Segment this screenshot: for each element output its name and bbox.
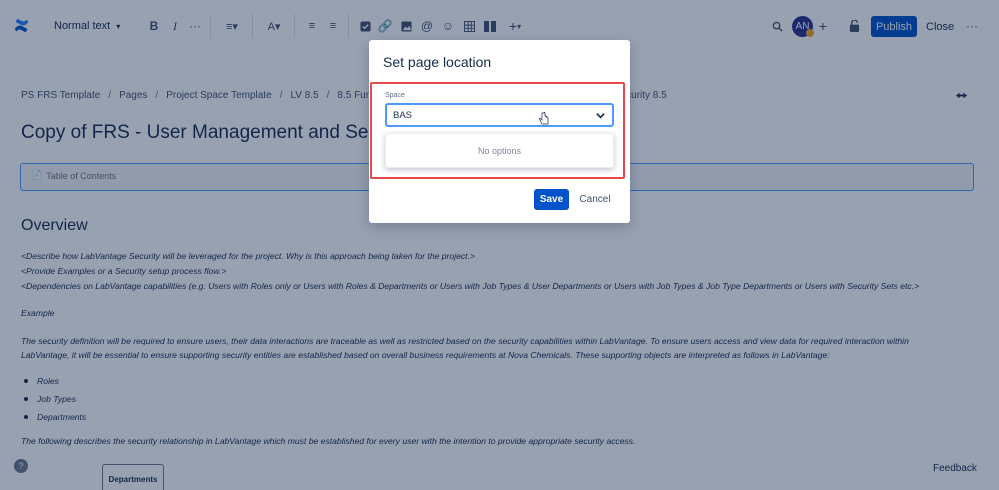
dialog-title: Set page location (383, 54, 492, 70)
hand-cursor-icon (539, 112, 549, 125)
cancel-button[interactable]: Cancel (576, 189, 614, 210)
highlight-annotation (370, 82, 625, 179)
save-button[interactable]: Save (534, 189, 569, 210)
